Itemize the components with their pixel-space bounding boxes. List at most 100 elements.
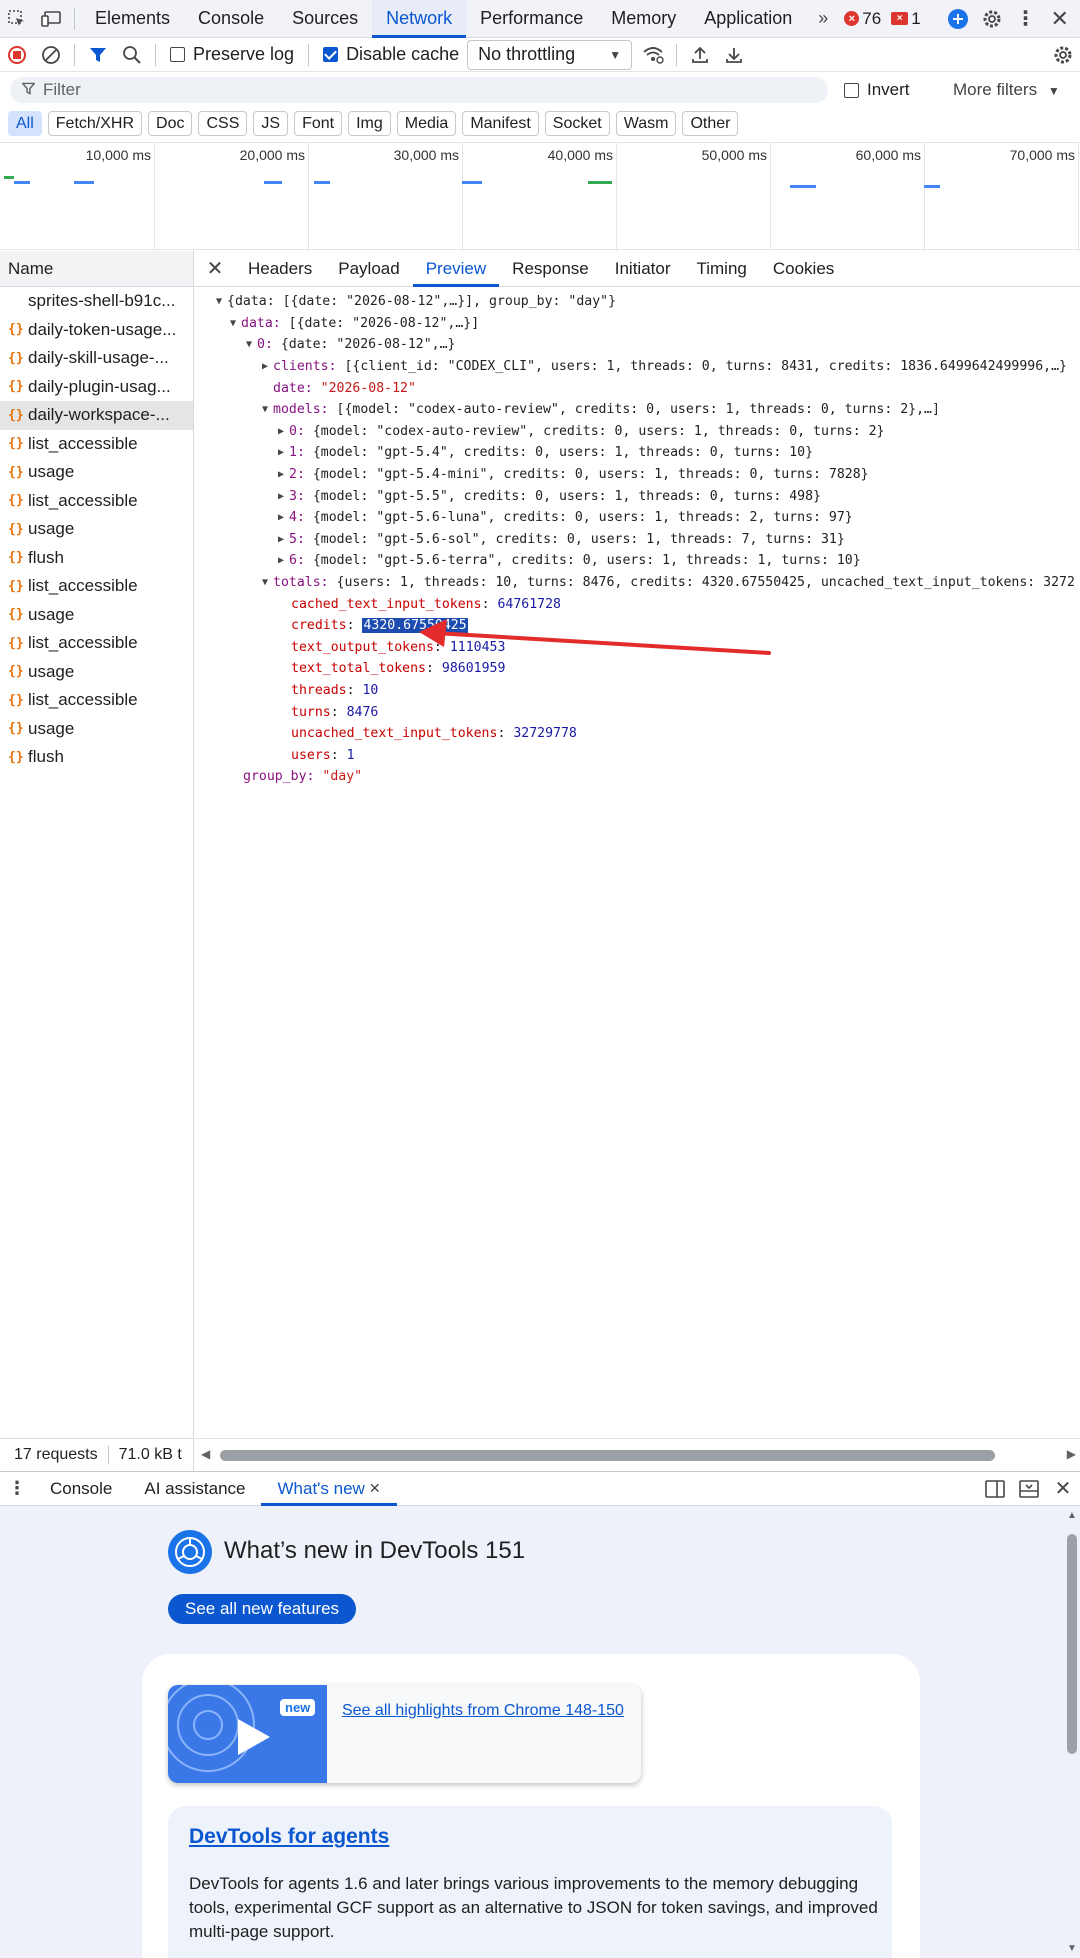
request-row[interactable]: {} usage	[0, 715, 193, 744]
dock-bottom-icon[interactable]	[1012, 1470, 1046, 1508]
collapsed-triangle-icon[interactable]: ▶	[273, 534, 289, 545]
collapsed-triangle-icon[interactable]: ▶	[273, 491, 289, 502]
request-row[interactable]: {} list_accessible	[0, 572, 193, 601]
error-count-badge[interactable]: × 76	[844, 9, 881, 29]
throttling-select[interactable]: No throttling ▼	[467, 39, 633, 70]
tree-node-model[interactable]: ▶ 4: {model: "gpt-5.6-luna", credits: 0, …	[195, 507, 1080, 529]
drawer-tab-ai-assistance[interactable]: AI assistance	[128, 1471, 261, 1506]
drawer-tab-console[interactable]: Console	[34, 1471, 128, 1506]
filter-chip-all[interactable]: All	[8, 111, 42, 136]
see-all-features-button[interactable]: See all new features	[168, 1594, 357, 1624]
request-row[interactable]: {} list_accessible	[0, 686, 193, 715]
drawer-menu-icon[interactable]: ⋮	[0, 1470, 34, 1508]
filter-chip-socket[interactable]: Socket	[544, 111, 610, 136]
tree-leaf-total[interactable]: uncached_text_input_tokens: 32729778	[195, 723, 1080, 745]
request-row[interactable]: {} daily-plugin-usag...	[0, 373, 193, 402]
filter-chip-wasm[interactable]: Wasm	[615, 111, 677, 136]
tab-initiator[interactable]: Initiator	[602, 251, 684, 287]
drawer-tab-what-s-new[interactable]: What's new ✕	[261, 1471, 397, 1506]
tree-leaf-total[interactable]: cached_text_input_tokens: 64761728	[195, 593, 1080, 615]
ai-assistance-icon[interactable]	[941, 0, 975, 38]
filter-chip-fetch-xhr[interactable]: Fetch/XHR	[47, 111, 143, 136]
close-tab-icon[interactable]: ✕	[369, 1480, 381, 1497]
collapsed-triangle-icon[interactable]: ▶	[273, 469, 289, 480]
tab-response[interactable]: Response	[499, 251, 602, 287]
request-row[interactable]: {} usage	[0, 601, 193, 630]
collapsed-triangle-icon[interactable]: ▶	[273, 555, 289, 566]
export-har-icon[interactable]	[717, 36, 751, 74]
filter-chip-manifest[interactable]: Manifest	[462, 111, 539, 136]
checkbox-checked[interactable]	[323, 47, 339, 62]
filter-funnel-icon[interactable]	[81, 36, 115, 74]
clear-log-icon[interactable]	[34, 36, 68, 74]
name-column-header[interactable]: Name	[0, 251, 193, 287]
tab-application[interactable]: Application	[690, 0, 806, 38]
expanded-triangle-icon[interactable]: ▼	[257, 404, 273, 415]
tree-node-model[interactable]: ▶ 3: {model: "gpt-5.5", credits: 0, users…	[195, 485, 1080, 507]
request-row[interactable]: {} list_accessible	[0, 430, 193, 459]
request-row[interactable]: {} flush	[0, 743, 193, 772]
tree-node-model[interactable]: ▶ 1: {model: "gpt-5.4", credits: 0, users…	[195, 442, 1080, 464]
kebab-menu-icon[interactable]: ⋮	[1009, 0, 1043, 38]
request-row[interactable]: {} daily-token-usage...	[0, 316, 193, 345]
collapsed-triangle-icon[interactable]: ▶	[273, 447, 289, 458]
scrollbar-thumb[interactable]	[220, 1450, 995, 1461]
highlights-video-card[interactable]: new See all highlights from Chrome 148-1…	[168, 1685, 641, 1783]
request-row[interactable]: {} usage	[0, 658, 193, 687]
scrollbar-thumb[interactable]	[1067, 1534, 1077, 1754]
tab-elements[interactable]: Elements	[81, 0, 184, 38]
stop-recording-icon[interactable]	[0, 36, 34, 74]
checkbox-unchecked[interactable]	[170, 47, 185, 62]
tree-leaf-total[interactable]: users: 1	[195, 744, 1080, 766]
search-icon[interactable]	[115, 36, 149, 74]
tree-leaf-total[interactable]: turns: 8476	[195, 701, 1080, 723]
expanded-triangle-icon[interactable]: ▼	[241, 339, 257, 350]
video-thumbnail[interactable]: new	[168, 1685, 327, 1783]
expanded-triangle-icon[interactable]: ▼	[257, 577, 273, 588]
request-row[interactable]: {} usage	[0, 515, 193, 544]
close-detail-icon[interactable]: ✕	[195, 250, 235, 288]
dock-side-icon[interactable]	[978, 1470, 1012, 1508]
tree-leaf-date[interactable]: date: "2026-08-12"	[195, 377, 1080, 399]
tree-leaf-total[interactable]: threads: 10	[195, 680, 1080, 702]
tab-payload[interactable]: Payload	[325, 251, 412, 287]
collapsed-triangle-icon[interactable]: ▶	[273, 426, 289, 437]
request-row[interactable]: {} flush	[0, 544, 193, 573]
network-settings-gear-icon[interactable]	[1046, 36, 1080, 74]
tree-leaf-total[interactable]: text_total_tokens: 98601959	[195, 658, 1080, 680]
tree-root[interactable]: ▼ {data: [{date: "2026-08-12",…}], group…	[195, 291, 1080, 313]
request-row[interactable]: {} usage	[0, 458, 193, 487]
network-overview-timeline[interactable]: 10,000 ms 20,000 ms 30,000 ms 40,000 ms 50,0…	[0, 142, 1080, 251]
tab-cookies[interactable]: Cookies	[760, 251, 847, 287]
tree-node-item0[interactable]: ▼ 0: {date: "2026-08-12",…}	[195, 334, 1080, 356]
filter-chip-doc[interactable]: Doc	[148, 111, 193, 136]
tree-node-model[interactable]: ▶ 5: {model: "gpt-5.6-sol", credits: 0, u…	[195, 529, 1080, 551]
tree-node-clients[interactable]: ▶ clients: [{client_id: "CODEX_CLI", use…	[195, 356, 1080, 378]
tree-node-model[interactable]: ▶ 6: {model: "gpt-5.6-terra", credits: 0,…	[195, 550, 1080, 572]
tree-node-data[interactable]: ▼ data: [{date: "2026-08-12",…}]	[195, 313, 1080, 335]
request-row[interactable]: {} daily-workspace-...	[0, 401, 193, 430]
more-tabs-icon[interactable]: »	[806, 0, 840, 38]
tab-timing[interactable]: Timing	[683, 251, 759, 287]
tree-node-model[interactable]: ▶ 2: {model: "gpt-5.4-mini", credits: 0, …	[195, 464, 1080, 486]
filter-chip-other[interactable]: Other	[682, 111, 739, 136]
filter-chip-media[interactable]: Media	[396, 111, 457, 136]
request-row[interactable]: {} daily-skill-usage-...	[0, 344, 193, 373]
collapsed-triangle-icon[interactable]: ▶	[273, 512, 289, 523]
close-drawer-icon[interactable]: ✕	[1046, 1470, 1080, 1508]
tab-memory[interactable]: Memory	[597, 0, 690, 38]
feature-title-link[interactable]: DevTools for agents	[189, 1825, 389, 1849]
tree-leaf-group-by[interactable]: group_by: "day"	[195, 766, 1080, 788]
scroll-down-arrow-icon[interactable]: ▼	[1067, 1943, 1077, 1954]
filter-chip-font[interactable]: Font	[294, 111, 343, 136]
filter-chip-css[interactable]: CSS	[198, 111, 248, 136]
import-har-icon[interactable]	[683, 36, 717, 74]
tab-console[interactable]: Console	[184, 0, 278, 38]
request-row[interactable]: {}sprites-shell-b91c...	[0, 287, 193, 316]
tab-sources[interactable]: Sources	[278, 0, 372, 38]
device-toolbar-icon[interactable]	[34, 0, 68, 38]
scroll-right-arrow-icon[interactable]: ▶	[1067, 1447, 1076, 1461]
network-conditions-icon[interactable]	[636, 36, 670, 74]
collapsed-triangle-icon[interactable]: ▶	[257, 361, 273, 372]
tree-node-totals[interactable]: ▼ totals: {users: 1, threads: 10, turns:…	[195, 572, 1080, 594]
